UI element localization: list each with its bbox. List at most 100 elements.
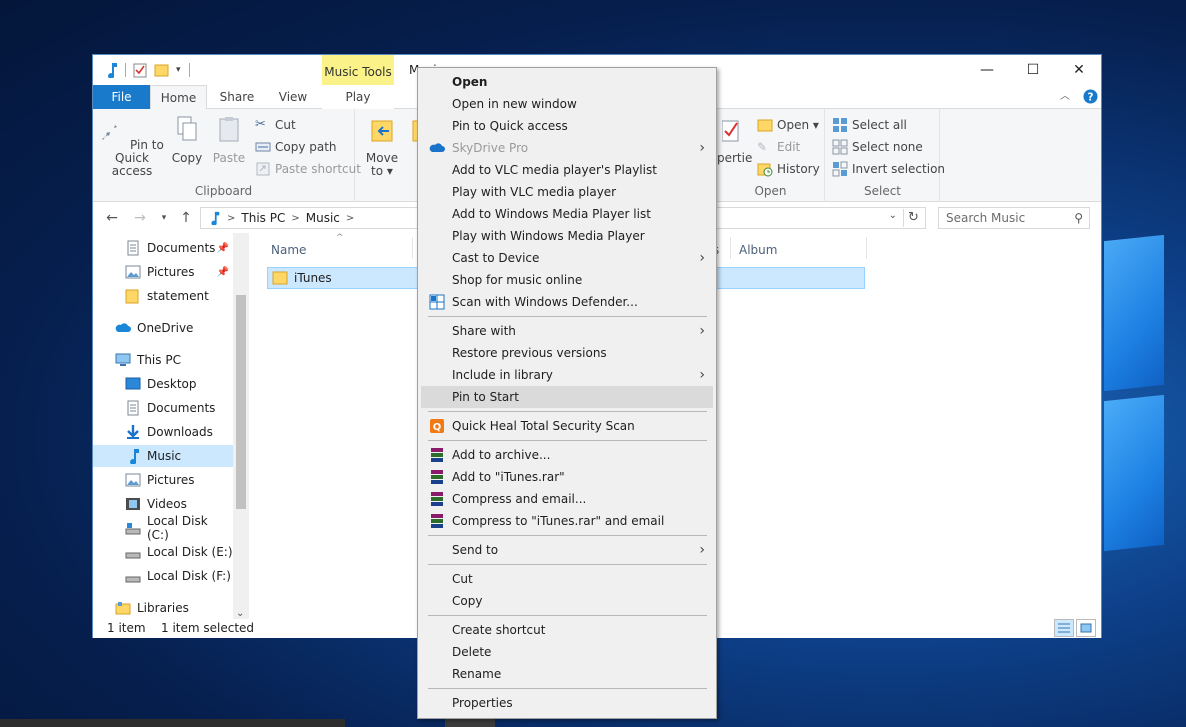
nav-item-downloads[interactable]: Downloads	[93, 421, 233, 443]
tab-view[interactable]: View	[269, 85, 317, 109]
menu-item-shop-for-music[interactable]: Shop for music online	[421, 269, 713, 291]
column-divider[interactable]	[866, 237, 867, 259]
back-arrow-icon[interactable]: ←	[101, 208, 123, 228]
nav-item-this-pc[interactable]: This PC	[93, 349, 233, 371]
customize-toolbar-chevron-icon[interactable]: ▾	[176, 65, 181, 75]
nav-item-local-disk-f[interactable]: Local Disk (F:)	[93, 565, 233, 587]
nav-item-local-disk-c[interactable]: Local Disk (C:)	[93, 514, 233, 542]
copy-path-button[interactable]: Copy path	[255, 137, 337, 157]
menu-item-cut[interactable]: Cut	[421, 568, 713, 590]
menu-item-create-shortcut[interactable]: Create shortcut	[421, 619, 713, 641]
maximize-button[interactable]: ☐	[1010, 55, 1056, 85]
invert-selection-button[interactable]: Invert selection	[832, 159, 945, 179]
breadcrumb-chevron-icon[interactable]: >	[291, 213, 299, 224]
paste-shortcut-button[interactable]: Paste shortcut	[255, 159, 361, 179]
pin-to-quick-access-button[interactable]: Pin to Quick access	[99, 115, 165, 178]
menu-item-cast-to-device[interactable]: Cast to Device ›	[421, 247, 713, 269]
select-none-button[interactable]: Select none	[832, 137, 923, 157]
menu-item-open[interactable]: Open	[421, 71, 713, 93]
open-dropdown-button[interactable]: Open ▾	[757, 115, 819, 135]
music-tools-contextual-tab[interactable]: Music Tools	[322, 55, 394, 85]
menu-separator	[428, 316, 707, 317]
nav-item-desktop[interactable]: Desktop	[93, 373, 233, 395]
cut-button[interactable]: ✂ Cut	[255, 115, 296, 135]
menu-item-delete[interactable]: Delete	[421, 641, 713, 663]
edit-button[interactable]: ✎ Edit	[757, 137, 800, 157]
pin-icon[interactable]: 📌	[217, 243, 229, 254]
help-icon[interactable]: ?	[1081, 85, 1099, 109]
forward-arrow-icon[interactable]: →	[129, 208, 151, 228]
nav-scroll-thumb[interactable]	[236, 295, 246, 509]
column-header-name[interactable]: Name	[271, 243, 306, 257]
copy-button[interactable]: Copy	[169, 115, 205, 165]
properties-button[interactable]: perties	[717, 115, 753, 165]
paste-button[interactable]: Paste	[211, 115, 247, 165]
menu-item-quick-heal-scan[interactable]: Q Quick Heal Total Security Scan	[421, 415, 713, 437]
tab-play[interactable]: Play	[322, 85, 394, 109]
nav-item-documents[interactable]: Documents	[93, 397, 233, 419]
tab-share[interactable]: Share	[213, 85, 261, 109]
column-divider[interactable]	[412, 237, 413, 259]
breadcrumb-chevron-icon[interactable]: >	[346, 213, 354, 224]
nav-item-music[interactable]: Music	[93, 445, 233, 467]
menu-item-play-with-wmp[interactable]: Play with Windows Media Player	[421, 225, 713, 247]
tab-file[interactable]: File	[93, 85, 150, 109]
large-icons-view-button[interactable]	[1076, 619, 1096, 637]
nav-item-local-disk-e[interactable]: Local Disk (E:)	[93, 541, 233, 563]
copy-path-label: Copy path	[275, 140, 337, 154]
menu-item-play-with-vlc[interactable]: Play with VLC media player	[421, 181, 713, 203]
menu-item-skydrive-pro[interactable]: SkyDrive Pro ›	[421, 137, 713, 159]
properties-check-icon[interactable]	[132, 62, 148, 78]
windows-defender-icon	[429, 294, 445, 310]
menu-item-compress-to-itunes-rar-and-email[interactable]: Compress to "iTunes.rar" and email	[421, 510, 713, 532]
nav-item-statement[interactable]: statement	[93, 285, 233, 307]
menu-item-rename[interactable]: Rename	[421, 663, 713, 685]
search-input[interactable]: Search Music ⚲	[938, 207, 1090, 229]
tab-home[interactable]: Home	[150, 85, 207, 110]
minimize-ribbon-chevron-icon[interactable]: ︿	[1055, 85, 1075, 109]
menu-item-add-to-vlc-playlist[interactable]: Add to VLC media player's Playlist	[421, 159, 713, 181]
nav-label: Videos	[147, 497, 187, 511]
menu-item-properties[interactable]: Properties	[421, 692, 713, 714]
menu-item-restore-previous-versions[interactable]: Restore previous versions	[421, 342, 713, 364]
menu-item-pin-to-quick-access[interactable]: Pin to Quick access	[421, 115, 713, 137]
svg-text:Q: Q	[433, 422, 442, 433]
menu-item-add-to-archive[interactable]: Add to archive...	[421, 444, 713, 466]
new-folder-icon[interactable]	[154, 62, 170, 78]
minimize-button[interactable]: —	[964, 55, 1010, 85]
close-button[interactable]: ✕	[1056, 55, 1102, 85]
nav-item-libraries[interactable]: Libraries	[93, 597, 233, 619]
address-history-chevron-icon[interactable]: ⌄	[889, 210, 897, 221]
details-view-button[interactable]	[1054, 619, 1074, 637]
scroll-down-chevron-icon[interactable]: ⌄	[236, 608, 244, 619]
nav-scrollbar[interactable]: ⌄	[233, 233, 249, 619]
recent-locations-chevron-icon[interactable]: ▾	[153, 208, 175, 228]
menu-item-share-with[interactable]: Share with ›	[421, 320, 713, 342]
breadcrumb-music[interactable]: Music	[306, 211, 340, 225]
nav-item-pictures-quick[interactable]: Pictures 📌	[93, 261, 233, 283]
menu-item-include-in-library[interactable]: Include in library ›	[421, 364, 713, 386]
select-all-button[interactable]: Select all	[832, 115, 907, 135]
nav-item-onedrive[interactable]: OneDrive	[93, 317, 233, 339]
history-button[interactable]: History	[757, 159, 820, 179]
pin-icon[interactable]: 📌	[217, 267, 229, 278]
nav-item-documents-quick[interactable]: Documents 📌	[93, 237, 233, 259]
menu-item-compress-and-email[interactable]: Compress and email...	[421, 488, 713, 510]
nav-item-pictures[interactable]: Pictures	[93, 469, 233, 491]
menu-item-copy[interactable]: Copy	[421, 590, 713, 612]
refresh-icon[interactable]: ↻	[903, 209, 923, 227]
up-arrow-icon[interactable]: ↑	[175, 208, 197, 228]
nav-item-videos[interactable]: Videos	[93, 493, 233, 515]
menu-item-send-to[interactable]: Send to ›	[421, 539, 713, 561]
menu-item-pin-to-start[interactable]: Pin to Start	[421, 386, 713, 408]
menu-item-scan-windows-defender[interactable]: Scan with Windows Defender...	[421, 291, 713, 313]
menu-item-open-in-new-window[interactable]: Open in new window	[421, 93, 713, 115]
menu-item-add-to-itunes-rar[interactable]: Add to "iTunes.rar"	[421, 466, 713, 488]
breadcrumb-chevron-icon[interactable]: >	[227, 213, 235, 224]
move-to-button[interactable]: Move to ▾	[362, 115, 402, 178]
menu-item-add-to-wmp-list[interactable]: Add to Windows Media Player list	[421, 203, 713, 225]
breadcrumb-this-pc[interactable]: This PC	[241, 211, 285, 225]
column-divider[interactable]	[730, 237, 731, 259]
taskbar-button[interactable]	[445, 719, 495, 727]
column-header-album[interactable]: Album	[739, 243, 777, 257]
